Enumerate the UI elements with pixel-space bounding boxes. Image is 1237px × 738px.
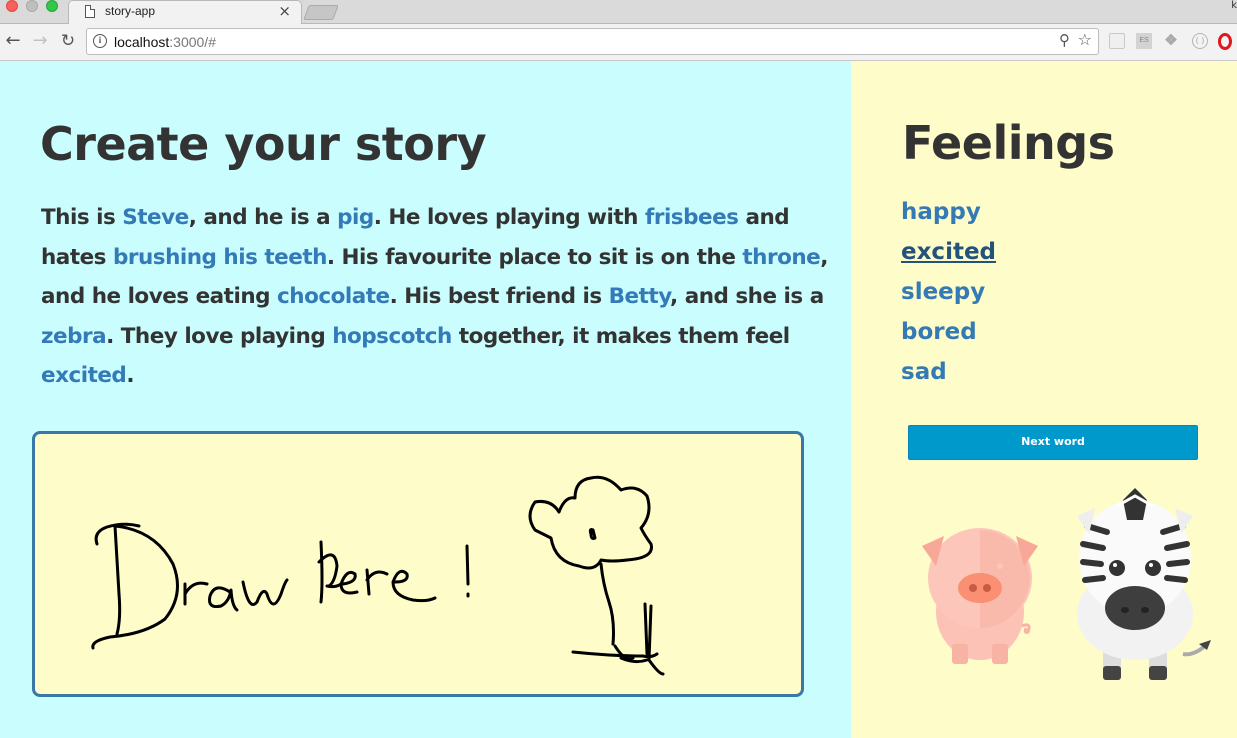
- minimize-window-button[interactable]: [26, 0, 38, 12]
- story-fragment: , and he is a: [188, 205, 338, 230]
- feeling-option-sad[interactable]: sad: [901, 352, 996, 392]
- story-keyword[interactable]: brushing his teeth: [113, 245, 327, 270]
- new-tab-button[interactable]: [303, 5, 339, 20]
- es-extension-icon[interactable]: ES: [1136, 33, 1152, 49]
- story-keyword[interactable]: chocolate: [277, 284, 390, 309]
- tab-title: story-app: [105, 4, 156, 18]
- story-keyword[interactable]: Betty: [609, 284, 671, 309]
- zebra-illustration: [1077, 488, 1211, 680]
- page-title: Create your story: [40, 117, 487, 171]
- story-text: This is Steve, and he is a pig. He loves…: [41, 198, 831, 396]
- close-window-button[interactable]: [6, 0, 18, 12]
- circle-extension-icon[interactable]: ( ): [1192, 33, 1208, 49]
- story-keyword[interactable]: pig: [337, 205, 374, 230]
- back-arrow-icon[interactable]: ←: [2, 30, 24, 52]
- next-word-button[interactable]: Next word: [908, 425, 1198, 460]
- browser-tabstrip: story-app × k: [0, 0, 1237, 24]
- feelings-panel: Feelings happy excited sleepy bored sad …: [851, 61, 1237, 738]
- document-icon: [85, 5, 95, 18]
- bookmark-star-icon[interactable]: ☆: [1078, 30, 1092, 49]
- feeling-option-happy[interactable]: happy: [901, 192, 996, 232]
- zoom-icon[interactable]: ⚲: [1059, 31, 1070, 49]
- forward-arrow-icon[interactable]: →: [29, 30, 51, 52]
- opera-icon[interactable]: [1218, 33, 1232, 50]
- corner-mark: k: [1231, 0, 1237, 11]
- url-text: localhost:3000/#: [114, 34, 216, 50]
- address-bar[interactable]: i localhost:3000/# ⚲ ☆: [86, 28, 1099, 55]
- feeling-option-sleepy[interactable]: sleepy: [901, 272, 996, 312]
- story-panel: Create your story This is Steve, and he …: [0, 61, 851, 738]
- story-keyword[interactable]: hopscotch: [332, 324, 452, 349]
- feelings-title: Feelings: [902, 116, 1115, 170]
- drawing-canvas[interactable]: [32, 431, 804, 697]
- url-host: localhost: [114, 34, 170, 50]
- tab-close-icon[interactable]: ×: [278, 2, 291, 20]
- story-keyword[interactable]: throne: [742, 245, 820, 270]
- feeling-option-excited[interactable]: excited: [901, 232, 996, 272]
- story-fragment: together, it makes them feel: [451, 323, 790, 349]
- drawing-strokes: [91, 475, 665, 676]
- reload-icon[interactable]: ↻: [57, 30, 79, 52]
- pig-illustration: [922, 528, 1038, 664]
- story-fragment: . He loves playing with: [373, 205, 645, 230]
- story-keyword[interactable]: zebra: [41, 324, 107, 349]
- story-keyword[interactable]: Steve: [122, 205, 189, 230]
- extension-icon[interactable]: [1109, 33, 1125, 49]
- story-fragment: . His favourite place to sit is on the: [326, 244, 743, 270]
- story-fragment: .: [126, 363, 134, 388]
- story-keyword[interactable]: excited: [41, 363, 127, 388]
- browser-toolbar: ← → ↻ i localhost:3000/# ⚲ ☆ ES ❖ ( ): [0, 24, 1237, 61]
- story-fragment: , and she is a: [670, 284, 824, 309]
- puzzle-extension-icon[interactable]: ❖: [1163, 33, 1179, 49]
- info-icon[interactable]: i: [93, 34, 107, 48]
- story-fragment: . They love playing: [106, 323, 333, 349]
- page: Create your story This is Steve, and he …: [0, 61, 1237, 738]
- story-fragment: . His best friend is: [389, 284, 609, 309]
- story-keyword[interactable]: frisbees: [645, 205, 739, 230]
- url-path: :3000/#: [169, 34, 216, 50]
- feelings-list: happy excited sleepy bored sad: [901, 192, 996, 392]
- story-fragment: This is: [41, 205, 123, 230]
- zoom-window-button[interactable]: [46, 0, 58, 12]
- feeling-option-bored[interactable]: bored: [901, 312, 996, 352]
- browser-tab[interactable]: story-app ×: [68, 0, 302, 24]
